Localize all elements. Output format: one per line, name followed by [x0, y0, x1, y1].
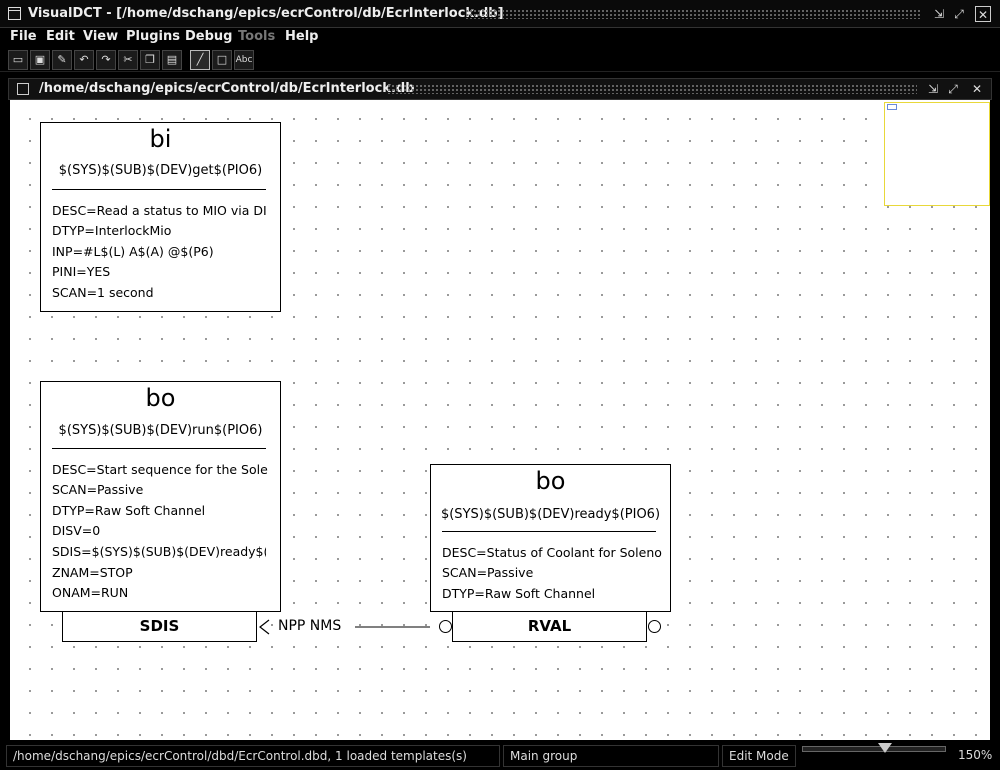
- link-arrow-icon: [259, 619, 270, 635]
- navigator-view[interactable]: [884, 102, 990, 206]
- document-title: /home/dschang/epics/ecrControl/db/EcrInt…: [39, 81, 415, 96]
- record-field: PINI=YES: [52, 264, 111, 279]
- status-zoom: 150%: [958, 748, 993, 762]
- document-titlebar[interactable]: /home/dschang/epics/ecrControl/db/EcrInt…: [8, 78, 992, 100]
- document-close-icon[interactable]: ✕: [969, 81, 985, 97]
- record-divider: [52, 448, 266, 449]
- open-icon[interactable]: ▭: [8, 50, 28, 70]
- text-icon[interactable]: Abc: [234, 50, 254, 70]
- menu-plugins[interactable]: Plugins: [126, 29, 180, 44]
- record-name: $(SYS)$(SUB)$(DEV)run$(PIO6): [58, 423, 263, 438]
- menu-file[interactable]: File: [10, 29, 37, 44]
- record-field: DESC=Start sequence for the Sole: [52, 462, 268, 477]
- box-icon[interactable]: □: [212, 50, 232, 70]
- link-label: NPP NMS: [278, 618, 342, 634]
- document-titlebar-grip: [387, 84, 917, 94]
- window-titlebar[interactable]: VisualDCT - [/home/dschang/epics/ecrCont…: [0, 0, 1000, 28]
- record-divider: [52, 189, 266, 190]
- menu-help[interactable]: Help: [285, 29, 318, 44]
- record-bi[interactable]: bi $(SYS)$(SUB)$(DEV)get$(PIO6) DESC=Rea…: [40, 122, 281, 312]
- maximize-icon[interactable]: ⤢: [951, 6, 967, 22]
- app-window-icon[interactable]: [8, 7, 21, 20]
- record-bo-run[interactable]: bo $(SYS)$(SUB)$(DEV)run$(PIO6) DESC=Sta…: [40, 381, 281, 612]
- record-field: SCAN=1 second: [52, 285, 154, 300]
- menu-view[interactable]: View: [83, 29, 118, 44]
- status-dbd: /home/dschang/epics/ecrControl/dbd/EcrCo…: [6, 745, 500, 767]
- record-field: ONAM=RUN: [52, 585, 129, 600]
- redo-icon[interactable]: ↷: [96, 50, 116, 70]
- record-field: SCAN=Passive: [442, 565, 534, 580]
- line-icon[interactable]: ╱: [190, 50, 210, 70]
- record-type: bi: [149, 125, 172, 153]
- navigator-viewport[interactable]: [887, 104, 897, 110]
- zoom-slider[interactable]: [802, 746, 946, 752]
- zoom-slider-thumb[interactable]: [878, 743, 892, 753]
- port-rval[interactable]: RVAL: [452, 611, 647, 642]
- record-name: $(SYS)$(SUB)$(DEV)get$(PIO6): [58, 163, 263, 178]
- record-type: bo: [535, 467, 566, 495]
- status-group: Main group: [503, 745, 719, 767]
- document-minimize-icon[interactable]: ⇲: [925, 81, 941, 97]
- window-title: VisualDCT - [/home/dschang/epics/ecrCont…: [28, 6, 504, 21]
- record-field: DESC=Status of Coolant for Soleno: [442, 545, 662, 560]
- menu-tools[interactable]: Tools: [238, 29, 275, 44]
- record-field: DTYP=Raw Soft Channel: [52, 503, 206, 518]
- save-icon[interactable]: ▣: [30, 50, 50, 70]
- close-icon[interactable]: ✕: [975, 6, 991, 22]
- port-sdis[interactable]: SDIS: [62, 611, 257, 642]
- record-divider: [442, 531, 656, 532]
- menu-edit[interactable]: Edit: [46, 29, 75, 44]
- record-field: DTYP=Raw Soft Channel: [442, 586, 596, 601]
- document-maximize-icon[interactable]: ⤢: [945, 81, 961, 97]
- pen-icon[interactable]: ✎: [52, 50, 72, 70]
- diagram-canvas[interactable]: bi $(SYS)$(SUB)$(DEV)get$(PIO6) DESC=Rea…: [10, 100, 990, 740]
- document-icon[interactable]: [17, 83, 29, 95]
- record-field: ZNAM=STOP: [52, 565, 133, 580]
- record-field: SDIS=$(SYS)$(SUB)$(DEV)ready$(PI: [52, 544, 266, 559]
- minimize-icon[interactable]: ⇲: [931, 6, 947, 22]
- status-mode: Edit Mode: [722, 745, 796, 767]
- copy-icon[interactable]: ❐: [140, 50, 160, 70]
- record-field: DESC=Read a status to MIO via DI: [52, 203, 267, 218]
- record-bo-ready[interactable]: bo $(SYS)$(SUB)$(DEV)ready$(PIO6) DESC=S…: [430, 464, 671, 612]
- record-name: $(SYS)$(SUB)$(DEV)ready$(PIO6): [440, 507, 661, 522]
- toolbar: ▭ ▣ ✎ ↶ ↷ ✂ ❐ ▤ ╱ □ Abc: [0, 48, 1000, 72]
- titlebar-grip: [465, 9, 920, 19]
- cut-icon[interactable]: ✂: [118, 50, 138, 70]
- record-field: INP=#L$(L) A$(A) @$(P6): [52, 244, 214, 259]
- menubar: File Edit View Plugins Debug Tools Help: [0, 28, 1000, 48]
- link-input-circle[interactable]: [439, 620, 452, 633]
- record-field: SCAN=Passive: [52, 482, 144, 497]
- record-field: DTYP=InterlockMio: [52, 223, 172, 238]
- port-output-circle[interactable]: [648, 620, 661, 633]
- paste-icon[interactable]: ▤: [162, 50, 182, 70]
- record-field: DISV=0: [52, 523, 101, 538]
- undo-icon[interactable]: ↶: [74, 50, 94, 70]
- menu-debug[interactable]: Debug: [185, 29, 232, 44]
- record-type: bo: [145, 384, 176, 412]
